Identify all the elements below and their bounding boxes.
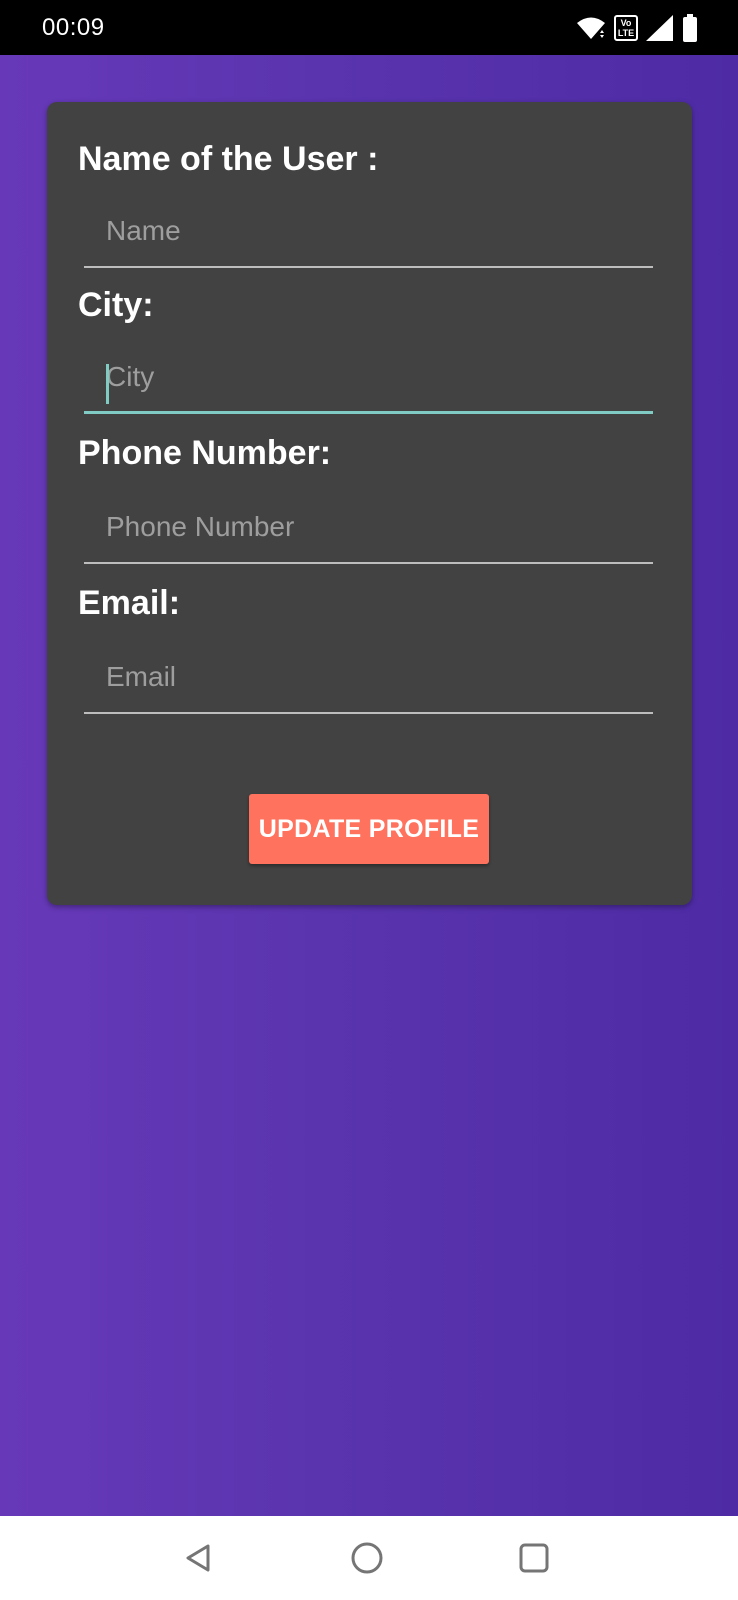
- status-time: 00:09: [42, 14, 105, 41]
- recents-icon[interactable]: [512, 1536, 556, 1580]
- profile-form: City: Phone Number: Email: UPDATE PROFIL…: [47, 102, 692, 905]
- city-field[interactable]: [84, 352, 653, 414]
- home-icon[interactable]: [345, 1536, 389, 1580]
- signal-icon: [646, 15, 674, 41]
- battery-icon: [682, 14, 698, 42]
- status-icons: Vo LTE: [576, 13, 698, 43]
- name-field[interactable]: [84, 206, 653, 268]
- volte-icon: Vo LTE: [614, 15, 638, 41]
- text-cursor: [106, 364, 109, 404]
- phone-field[interactable]: [84, 502, 653, 564]
- phone-label: Phone Number:: [78, 434, 332, 472]
- back-icon[interactable]: [176, 1536, 220, 1580]
- email-field[interactable]: [84, 652, 653, 714]
- status-bar: 00:09 Vo LTE: [0, 0, 738, 55]
- city-label: City:: [78, 286, 154, 324]
- wifi-icon: [576, 16, 606, 40]
- email-label: Email:: [78, 584, 181, 622]
- update-profile-button[interactable]: UPDATE PROFILE: [249, 794, 489, 864]
- navigation-bar: [0, 1516, 738, 1600]
